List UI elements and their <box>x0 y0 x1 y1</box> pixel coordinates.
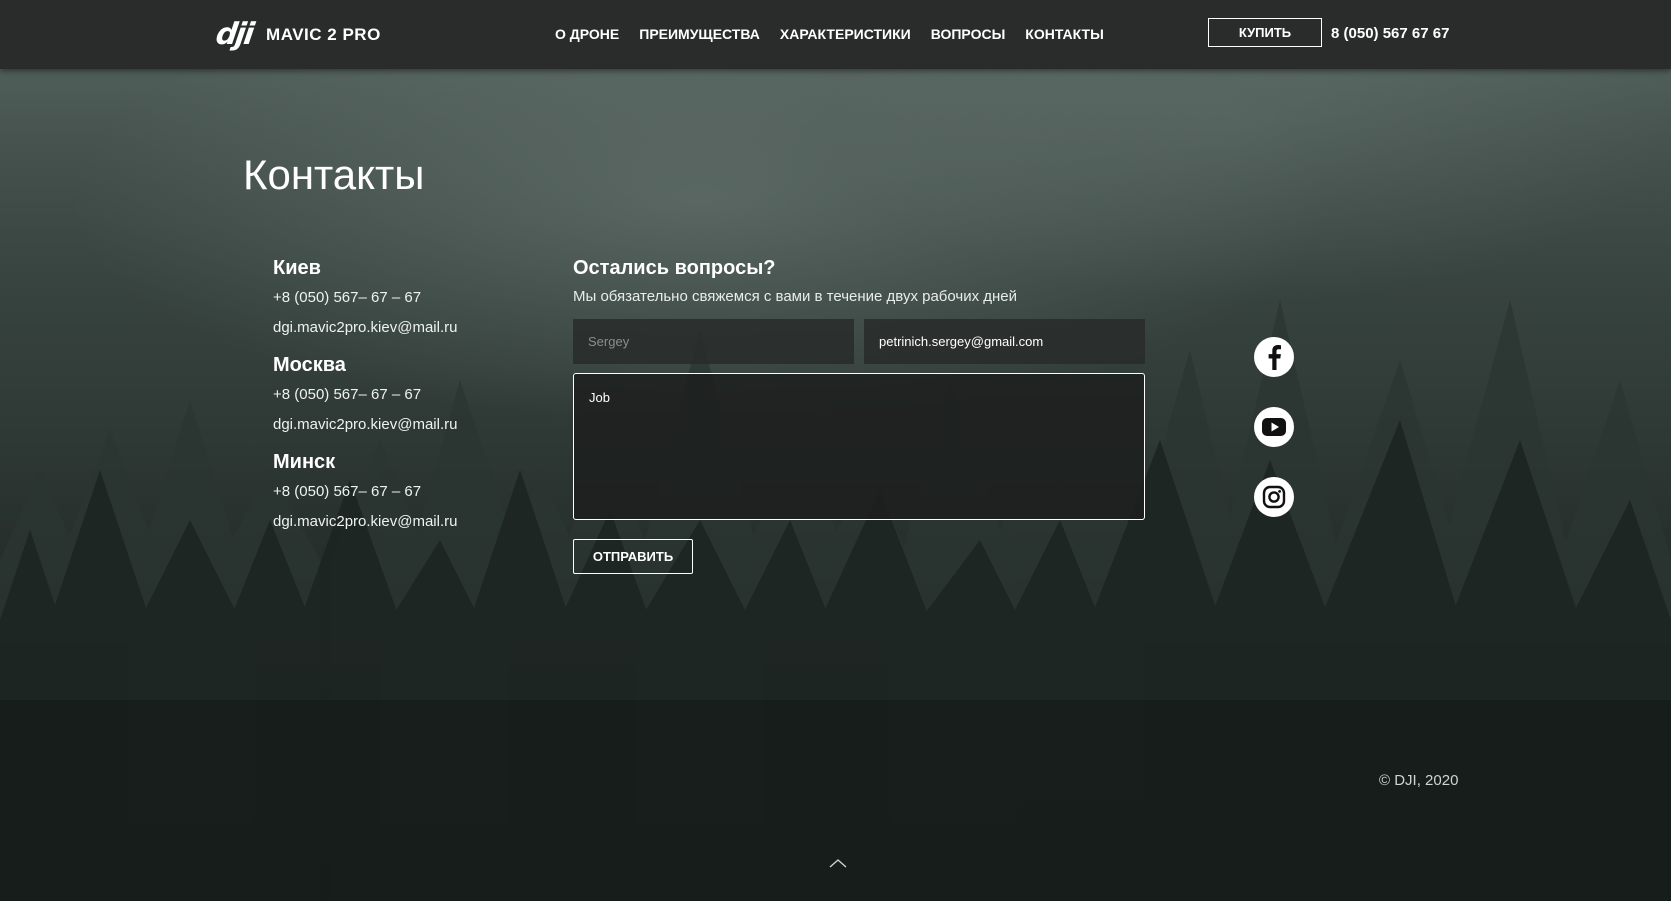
email-input[interactable] <box>864 319 1145 364</box>
message-textarea[interactable]: Job <box>573 373 1145 520</box>
youtube-icon[interactable] <box>1254 407 1294 447</box>
name-input[interactable] <box>573 319 854 364</box>
form-subtitle: Мы обязательно свяжемся с вами в течение… <box>573 288 1018 305</box>
city-name: Москва <box>273 354 346 376</box>
scroll-to-top-icon[interactable] <box>828 856 848 870</box>
nav-item-specs[interactable]: ХАРАКТЕРИСТИКИ <box>780 26 911 42</box>
form-title: Остались вопросы? <box>573 257 776 279</box>
nav-item-contacts[interactable]: КОНТАКТЫ <box>1025 26 1103 42</box>
nav-item-advantages[interactable]: ПРЕИМУЩЕСТВА <box>639 26 760 42</box>
dji-logo-mark: dji <box>213 17 255 52</box>
city-name: Минск <box>273 451 336 473</box>
copyright: © DJI, 2020 <box>1379 772 1459 789</box>
buy-button[interactable]: КУПИТЬ <box>1208 18 1322 47</box>
city-email[interactable]: dgi.mavic2pro.kiev@mail.ru <box>273 313 533 343</box>
city-phone[interactable]: +8 (050) 567– 67 – 67 <box>273 477 533 507</box>
city-email[interactable]: dgi.mavic2pro.kiev@mail.ru <box>273 507 533 537</box>
site-header: dji MAVIC 2 PRO О ДРОНЕ ПРЕИМУЩЕСТВА ХАР… <box>0 0 1671 69</box>
city-phone[interactable]: +8 (050) 567– 67 – 67 <box>273 283 533 313</box>
city-contacts: Киев +8 (050) 567– 67 – 67 dgi.mavic2pro… <box>273 253 533 544</box>
header-phone[interactable]: 8 (050) 567 67 67 <box>1331 25 1449 42</box>
logo[interactable]: dji MAVIC 2 PRO <box>213 17 381 52</box>
instagram-icon[interactable] <box>1254 477 1294 517</box>
form-inputs-row <box>573 319 1145 364</box>
page-title: Контакты <box>243 151 425 198</box>
main-nav: О ДРОНЕ ПРЕИМУЩЕСТВА ХАРАКТЕРИСТИКИ ВОПР… <box>555 26 1124 42</box>
nav-item-about[interactable]: О ДРОНЕ <box>555 26 619 42</box>
contacts-page: dji MAVIC 2 PRO О ДРОНЕ ПРЕИМУЩЕСТВА ХАР… <box>0 0 1671 901</box>
city-name: Киев <box>273 257 321 279</box>
city-phone[interactable]: +8 (050) 567– 67 – 67 <box>273 380 533 410</box>
submit-button[interactable]: ОТПРАВИТЬ <box>573 539 693 574</box>
contact-form: Остались вопросы? Мы обязательно свяжемс… <box>573 254 1145 574</box>
social-links <box>1254 337 1294 547</box>
city-block-minsk: Минск +8 (050) 567– 67 – 67 dgi.mavic2pr… <box>273 447 533 537</box>
facebook-icon[interactable] <box>1254 337 1294 377</box>
city-block-kiev: Киев +8 (050) 567– 67 – 67 dgi.mavic2pro… <box>273 253 533 343</box>
nav-item-faq[interactable]: ВОПРОСЫ <box>931 26 1006 42</box>
city-block-moscow: Москва +8 (050) 567– 67 – 67 dgi.mavic2p… <box>273 350 533 440</box>
logo-product-name: MAVIC 2 PRO <box>266 25 381 44</box>
city-email[interactable]: dgi.mavic2pro.kiev@mail.ru <box>273 410 533 440</box>
